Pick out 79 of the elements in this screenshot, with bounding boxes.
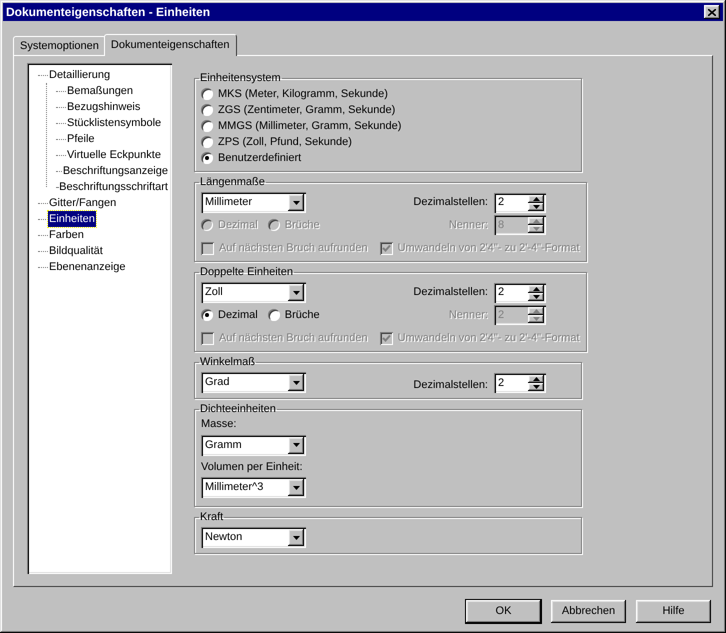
up-arrow-icon — [532, 196, 540, 200]
up-arrow-icon — [532, 219, 540, 223]
denominator-label: Nenner: — [448, 308, 489, 323]
decimals-label: Dezimalstellen: — [412, 285, 489, 300]
group-title: Kraft — [199, 511, 224, 524]
down-arrow-icon — [292, 443, 300, 447]
checkbox-label: Auf nächsten Bruch aufrunden — [219, 240, 368, 256]
tree-item[interactable]: Bemaßungen — [66, 82, 134, 100]
radio-label: ZGS (Zentimeter, Gramm, Sekunde) — [218, 102, 396, 118]
tree-item[interactable]: Pfeile — [66, 130, 96, 148]
dialog-button[interactable]: Abbrechen — [551, 600, 626, 623]
group-title: Einheitensystem — [199, 72, 282, 85]
dropdown[interactable]: Newton — [201, 527, 306, 548]
tree-item[interactable]: Bezugshinweis — [66, 98, 142, 116]
dropdown[interactable]: Millimeter^3 — [201, 477, 306, 498]
group-title: Dichteeinheiten — [199, 403, 277, 416]
dropdown[interactable]: Gramm — [201, 434, 306, 456]
dialog-button[interactable]: OK — [466, 600, 541, 623]
radio-button[interactable] — [201, 104, 213, 116]
radio-label: MKS (Meter, Kilogramm, Sekunde) — [218, 86, 388, 102]
tree-item[interactable]: Einheiten — [48, 210, 96, 228]
down-arrow-icon — [292, 200, 300, 204]
radio-label: Dezimal — [218, 218, 258, 233]
down-arrow-icon — [292, 380, 300, 384]
radio-button[interactable] — [201, 88, 213, 100]
down-arrow-icon — [532, 317, 540, 321]
up-arrow-icon — [532, 377, 540, 381]
tree-item[interactable]: Ebenenanzeige — [48, 258, 126, 276]
tree-item[interactable]: Detaillierung — [48, 66, 112, 84]
radio-label: MMGS (Millimeter, Gramm, Sekunde) — [218, 118, 402, 134]
tab[interactable]: Dokumenteigenschaften — [104, 34, 237, 56]
group-title: Längenmaße — [199, 176, 266, 189]
dropdown[interactable]: Grad — [201, 372, 306, 393]
checkbox-label: Auf nächsten Bruch aufrunden — [219, 330, 368, 346]
checkbox-label: Umwandeln von 2'4"- zu 2'-4"-Format — [398, 240, 580, 256]
radio-label: Dezimal — [218, 308, 258, 323]
close-icon — [708, 8, 716, 16]
down-arrow-icon — [532, 294, 540, 298]
down-arrow-icon — [532, 204, 540, 208]
down-arrow-icon — [532, 385, 540, 389]
radio-button[interactable] — [201, 120, 213, 132]
up-arrow-icon — [532, 309, 540, 313]
checkbox-label: Umwandeln von 2'4"- zu 2'-4"-Format — [398, 330, 580, 346]
dialog-button[interactable]: Hilfe — [636, 600, 711, 623]
down-arrow-icon — [292, 536, 300, 540]
up-arrow-icon — [532, 286, 540, 290]
radio-button[interactable] — [201, 152, 213, 164]
close-button[interactable] — [704, 5, 720, 19]
tree-item[interactable]: Gitter/Fangen — [48, 194, 118, 212]
tree-item[interactable]: Beschriftungsschriftart — [58, 178, 169, 196]
field-label: Volumen per Einheit: — [201, 460, 304, 474]
tree-item[interactable]: Farben — [48, 226, 85, 244]
radio-label: ZPS (Zoll, Pfund, Sekunde) — [218, 134, 352, 150]
tree-item[interactable]: Bildqualität — [48, 242, 104, 260]
decimals-label: Dezimalstellen: — [412, 378, 489, 392]
window-title: Dokumenteigenschaften - Einheiten — [6, 4, 210, 21]
radio-button[interactable] — [268, 309, 280, 321]
tree-item[interactable]: Stücklistensymbole — [66, 114, 162, 132]
radio-label: Brüche — [284, 218, 320, 233]
group-title: Winkelmaß — [199, 356, 256, 369]
down-arrow-icon — [292, 290, 300, 294]
denominator-label: Nenner: — [448, 218, 489, 233]
tab[interactable]: Systemoptionen — [13, 36, 106, 55]
spin-field[interactable]: 2 — [494, 192, 546, 212]
dropdown[interactable]: Zoll — [201, 282, 306, 303]
tree-item[interactable]: Virtuelle Eckpunkte — [66, 146, 162, 164]
radio-label: Brüche — [284, 308, 320, 323]
dropdown[interactable]: Millimeter — [201, 192, 306, 213]
down-arrow-icon — [292, 486, 300, 490]
radio-label: Benutzerdefiniert — [218, 150, 302, 166]
field-label: Masse: — [201, 417, 238, 432]
tree-item[interactable]: Beschriftungsanzeige — [62, 162, 169, 180]
spin-field[interactable]: 2 — [494, 282, 546, 302]
down-arrow-icon — [532, 227, 540, 231]
spin-field[interactable]: 2 — [494, 373, 546, 393]
group-title: Doppelte Einheiten — [199, 266, 294, 279]
radio-button[interactable] — [201, 136, 213, 148]
radio-button[interactable] — [201, 309, 213, 321]
decimals-label: Dezimalstellen: — [412, 195, 489, 210]
